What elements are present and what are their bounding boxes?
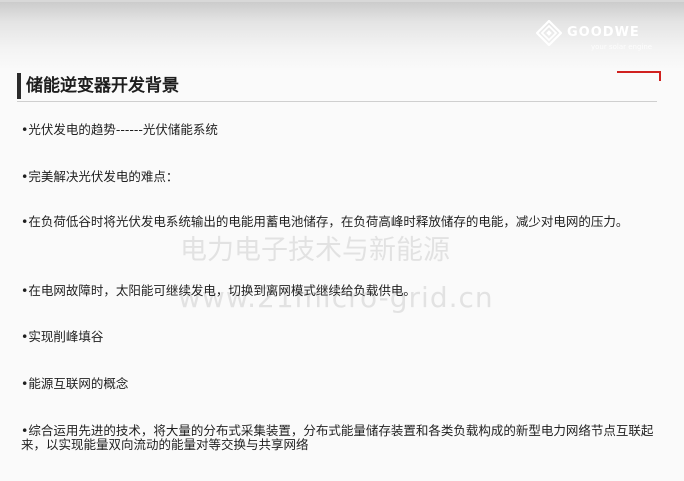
bullet-item: •光伏发电的趋势------光伏储能系统 xyxy=(21,122,218,137)
top-border xyxy=(0,0,684,2)
red-corner-accent-vertical xyxy=(659,71,661,81)
slide: GOODWE your solar engine 储能逆变器开发背景 电力电子技… xyxy=(0,0,684,481)
page-title: 储能逆变器开发背景 xyxy=(26,76,179,96)
brand-name: GOODWE xyxy=(567,25,640,40)
brand-logo: GOODWE your solar engine xyxy=(536,16,676,56)
bullet-item: •完美解决光伏发电的难点： xyxy=(21,169,179,184)
bullet-item: •在负荷低谷时将光伏发电系统输出的电能用蓄电池储存，在负荷高峰时释放储存的电能，… xyxy=(21,214,629,229)
title-marker xyxy=(17,73,21,99)
bullet-item: •能源互联网的概念 xyxy=(21,376,129,391)
red-corner-accent xyxy=(617,71,661,73)
bullet-item: •综合运用先进的技术，将大量的分布式采集装置，分布式能量储存装置和各类负载构成的… xyxy=(21,423,654,452)
header-divider xyxy=(17,101,657,102)
watermark-text: 电力电子技术与新能源 xyxy=(180,235,450,266)
bullet-item: •在电网故障时，太阳能可继续发电，切换到离网模式继续给负载供电。 xyxy=(21,283,416,298)
brand-tagline: your solar engine xyxy=(591,43,653,51)
bullet-item: •实现削峰填谷 xyxy=(21,329,104,344)
goodwe-diamond-icon xyxy=(536,20,562,46)
